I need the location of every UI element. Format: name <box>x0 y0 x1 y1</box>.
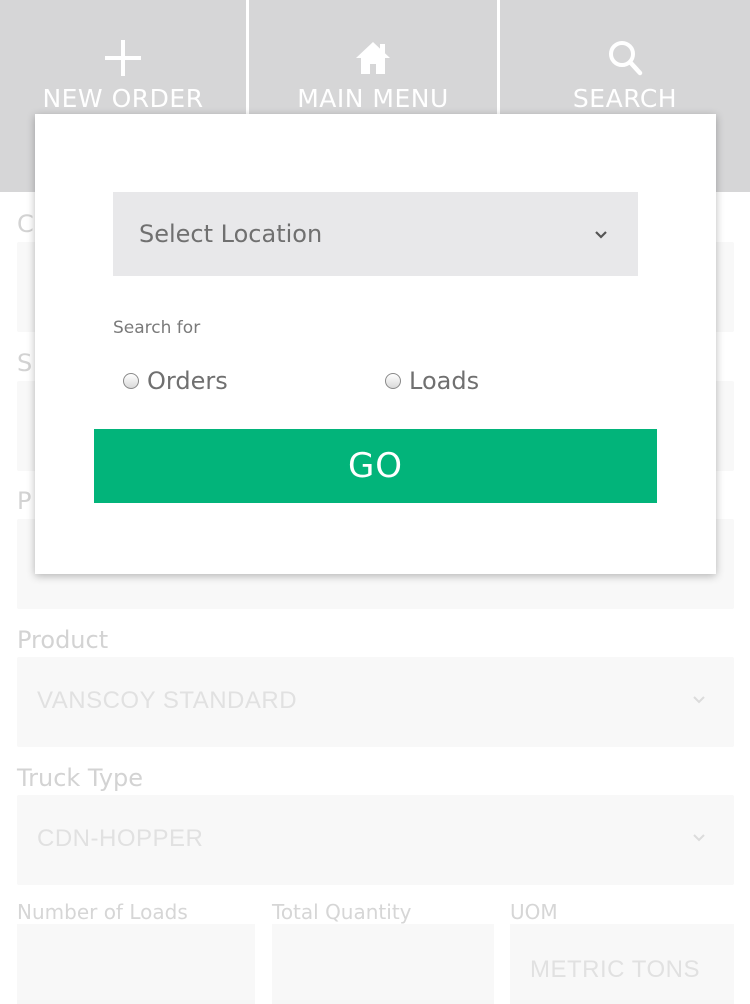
radio-orders-label: Orders <box>147 367 228 395</box>
location-select[interactable]: Select Location <box>113 192 638 276</box>
chevron-down-icon <box>595 231 607 239</box>
radio-loads[interactable]: Loads <box>385 366 479 396</box>
radio-orders[interactable]: Orders <box>123 366 228 396</box>
search-modal: Select Location Search for Orders Loads … <box>35 114 716 574</box>
radio-button[interactable] <box>385 373 401 389</box>
location-select-placeholder: Select Location <box>139 220 323 248</box>
radio-button[interactable] <box>123 373 139 389</box>
search-for-label: Search for <box>113 318 201 338</box>
go-button[interactable]: GO <box>94 429 657 503</box>
radio-loads-label: Loads <box>409 367 480 395</box>
